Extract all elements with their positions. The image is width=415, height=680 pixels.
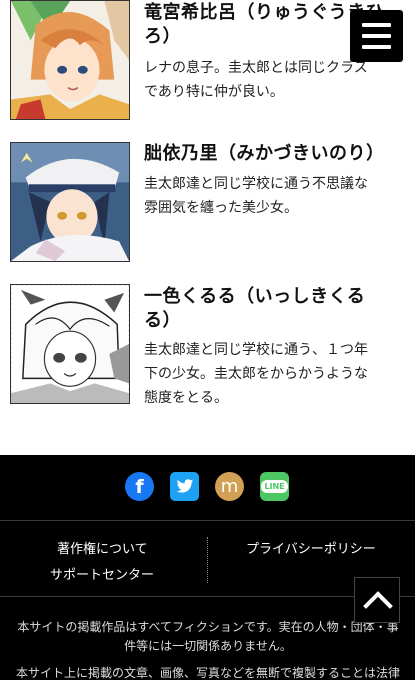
character-item: 竜宮希比呂（りゅうぐうきひ ろ） レナの息子。圭太郎とは同じクラス であり特に仲… bbox=[10, 0, 405, 130]
menu-button[interactable] bbox=[350, 10, 403, 62]
site-footer: f m LINE 著作権について プライバシーポリシー サポートセンター 本サイ… bbox=[0, 455, 415, 680]
character-item: 朏依乃里（みかづきいのり） 圭太郎達と同じ学校に通う不思議な 雰囲気を纏った美少… bbox=[10, 142, 405, 262]
mixi-label: m bbox=[220, 476, 239, 497]
facebook-icon[interactable]: f bbox=[125, 472, 154, 501]
social-share-bar: f m LINE bbox=[0, 472, 415, 504]
link-separator bbox=[207, 537, 208, 583]
twitter-icon[interactable] bbox=[170, 472, 199, 501]
character-name: 一色くるる（いっしきくる る） bbox=[144, 286, 366, 331]
mixi-icon[interactable]: m bbox=[215, 472, 244, 501]
character-portrait bbox=[10, 284, 130, 404]
menu-bar bbox=[362, 34, 391, 38]
character-portrait bbox=[10, 142, 130, 262]
footer-divider bbox=[0, 520, 415, 521]
copyright-link[interactable]: 著作権について bbox=[57, 538, 148, 557]
support-center-link[interactable]: サポートセンター bbox=[50, 564, 154, 583]
twitter-bird-icon bbox=[176, 479, 193, 493]
character-name: 朏依乃里（みかづきいのり） bbox=[144, 143, 385, 164]
portrait-image bbox=[11, 143, 129, 261]
back-to-top-button[interactable] bbox=[354, 577, 400, 623]
portrait-image bbox=[11, 285, 129, 403]
privacy-policy-link[interactable]: プライバシーポリシー bbox=[246, 538, 376, 557]
character-description: 圭太郎達と同じ学校に通う、１つ年 下の少女。圭太郎をからかうような 態度をとる。 bbox=[144, 342, 368, 406]
character-list: 竜宮希比呂（りゅうぐうきひ ろ） レナの息子。圭太郎とは同じクラス であり特に仲… bbox=[0, 0, 415, 455]
line-label: LINE bbox=[261, 480, 288, 493]
menu-bar bbox=[362, 45, 391, 49]
line-icon[interactable]: LINE bbox=[260, 472, 289, 501]
menu-bar bbox=[362, 23, 391, 27]
footer-divider bbox=[0, 596, 415, 597]
character-description: 圭太郎達と同じ学校に通う不思議な 雰囲気を纏った美少女。 bbox=[144, 176, 368, 216]
chevron-up-icon bbox=[363, 591, 393, 609]
character-description: レナの息子。圭太郎とは同じクラス であり特に仲が良い。 bbox=[144, 60, 368, 100]
fiction-disclaimer: 本サイトの掲載作品はすべてフィクションです。実在の人物・団体・事 件等には一切関… bbox=[17, 620, 399, 653]
character-portrait bbox=[10, 0, 130, 120]
portrait-image bbox=[11, 1, 129, 119]
copy-notice: 本サイト上に掲載の文章、画像、写真などを無断で複製することは法律 bbox=[15, 666, 400, 680]
character-item: 一色くるる（いっしきくる る） 圭太郎達と同じ学校に通う、１つ年 下の少女。圭太… bbox=[10, 284, 405, 424]
